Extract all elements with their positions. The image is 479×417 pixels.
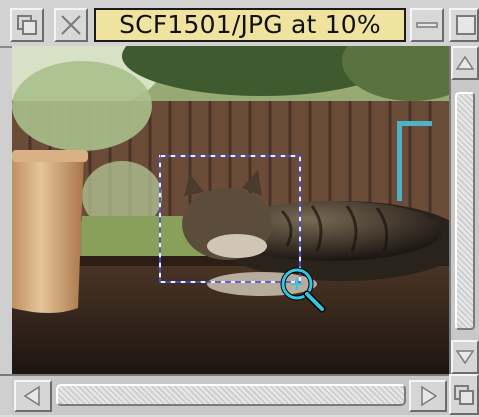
close-icon — [61, 15, 81, 35]
back-icon — [17, 15, 37, 35]
horizontal-scrollbar[interactable] — [12, 374, 449, 415]
scrollbar-corner — [0, 374, 12, 415]
arrow-left-icon — [23, 385, 40, 407]
close-button[interactable] — [54, 8, 88, 42]
iconise-icon — [416, 22, 438, 28]
toggle-size-icon — [456, 15, 476, 35]
vertical-scroll-thumb[interactable] — [455, 92, 475, 330]
resize-icon — [454, 385, 474, 405]
title-bar[interactable]: SCF1501/JPG at 10% — [0, 0, 479, 48]
iconise-button[interactable] — [410, 8, 444, 42]
arrow-down-icon — [455, 350, 475, 365]
resize-button[interactable] — [449, 374, 479, 415]
window-title[interactable]: SCF1501/JPG at 10% — [94, 8, 406, 42]
image-viewer-window: SCF1501/JPG at 10% — [0, 0, 479, 415]
photo-cat-on-windowsill — [12, 46, 449, 374]
image-canvas[interactable] — [12, 46, 449, 374]
horizontal-scroll-thumb[interactable] — [56, 384, 406, 406]
scroll-down-button[interactable] — [451, 340, 479, 374]
scroll-left-button[interactable] — [14, 380, 52, 412]
arrow-right-icon — [421, 385, 438, 407]
scroll-right-button[interactable] — [409, 380, 447, 412]
toggle-size-button[interactable] — [449, 8, 479, 42]
vertical-scrollbar[interactable] — [449, 46, 479, 374]
arrow-up-icon — [455, 55, 475, 70]
back-button[interactable] — [10, 8, 44, 42]
scroll-up-button[interactable] — [451, 46, 479, 80]
